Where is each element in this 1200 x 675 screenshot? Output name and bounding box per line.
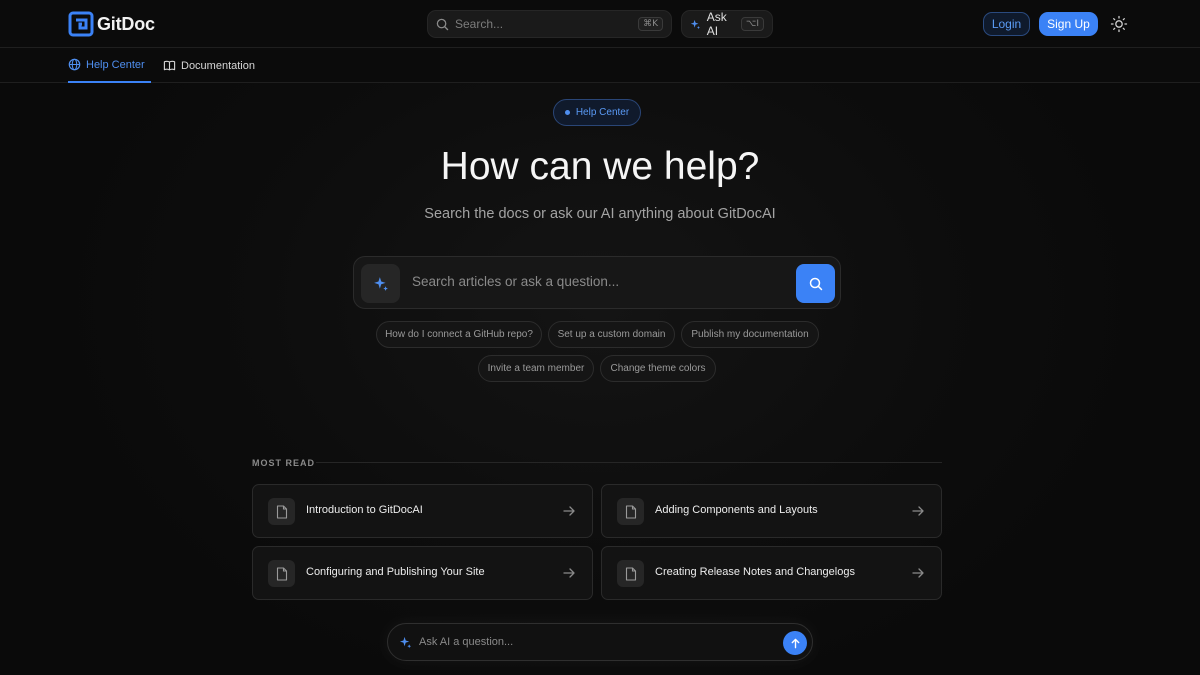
brand-name: GitDoc (97, 13, 155, 34)
tab-help-center-label: Help Center (86, 58, 145, 71)
book-icon (163, 60, 176, 71)
tab-documentation-label: Documentation (181, 59, 255, 72)
badge-dot (564, 110, 570, 115)
document-icon (617, 498, 644, 525)
top-search-input[interactable]: Search... ⌘K (427, 10, 672, 38)
help-center-badge: Help Center (553, 99, 641, 126)
sun-icon (1110, 15, 1128, 33)
search-shortcut: ⌘K (638, 17, 663, 31)
main-content: Help Center How can we help? Search the … (0, 83, 1200, 675)
suggestion-chip[interactable]: Invite a team member (478, 355, 594, 382)
article-title: Creating Release Notes and Changelogs (655, 566, 855, 578)
article-card[interactable]: Introduction to GitDocAI (252, 484, 593, 538)
document-icon (268, 560, 295, 587)
tab-help-center[interactable]: Help Center (68, 48, 151, 83)
article-title: Configuring and Publishing Your Site (306, 566, 485, 578)
section-nav: Help Center Documentation (0, 48, 1200, 83)
ask-ai-placeholder: Ask AI a question... (419, 636, 514, 648)
sparkle-icon (399, 636, 412, 649)
document-icon (617, 560, 644, 587)
theme-toggle-button[interactable] (1110, 15, 1128, 33)
article-title: Adding Components and Layouts (655, 504, 818, 516)
sparkle-icon (373, 276, 388, 291)
send-button[interactable] (783, 631, 807, 655)
top-bar: GitDoc Search... ⌘K Ask AI ⌥I Login Sign… (0, 0, 1200, 48)
top-search-placeholder: Search... (455, 17, 504, 31)
search-icon (809, 277, 822, 290)
arrow-right-icon (912, 506, 924, 516)
arrow-right-icon (563, 506, 575, 516)
main-search-box[interactable]: Search articles or ask a question... (353, 256, 841, 309)
sparkle-icon (690, 19, 701, 29)
suggestion-chip[interactable]: Change theme colors (600, 355, 716, 382)
page-subtitle: Search the docs or ask our AI anything a… (424, 206, 776, 222)
signup-button[interactable]: Sign Up (1039, 12, 1098, 36)
login-button[interactable]: Login (983, 12, 1030, 36)
article-card[interactable]: Creating Release Notes and Changelogs (601, 546, 942, 600)
search-submit-button[interactable] (796, 264, 835, 303)
article-title: Introduction to GitDocAI (306, 504, 423, 516)
badge-label: Help Center (575, 107, 630, 118)
globe-icon (68, 58, 81, 71)
most-read-heading: MOST READ (252, 458, 315, 468)
suggestion-chip[interactable]: How do I connect a GitHub repo? (376, 321, 542, 348)
suggestion-chip[interactable]: Set up a custom domain (548, 321, 675, 348)
divider (316, 462, 942, 463)
arrow-right-icon (563, 568, 575, 578)
gitdoc-logo-icon (68, 11, 94, 37)
arrow-up-icon (791, 638, 799, 648)
ask-ai-button[interactable]: Ask AI ⌥I (681, 10, 773, 38)
document-icon (268, 498, 295, 525)
logo[interactable]: GitDoc (68, 11, 155, 37)
arrow-right-icon (912, 568, 924, 578)
suggestion-chip[interactable]: Publish my documentation (681, 321, 819, 348)
ask-ai-shortcut: ⌥I (740, 17, 764, 31)
tab-documentation[interactable]: Documentation (163, 48, 255, 83)
search-icon (436, 18, 449, 30)
article-card[interactable]: Configuring and Publishing Your Site (252, 546, 593, 600)
main-search-placeholder: Search articles or ask a question... (412, 274, 620, 289)
page-title: How can we help? (440, 145, 760, 188)
ai-mode-button[interactable] (361, 264, 400, 303)
ask-ai-bar[interactable]: Ask AI a question... (387, 623, 813, 661)
ask-ai-label: Ask AI (706, 10, 727, 38)
article-card[interactable]: Adding Components and Layouts (601, 484, 942, 538)
